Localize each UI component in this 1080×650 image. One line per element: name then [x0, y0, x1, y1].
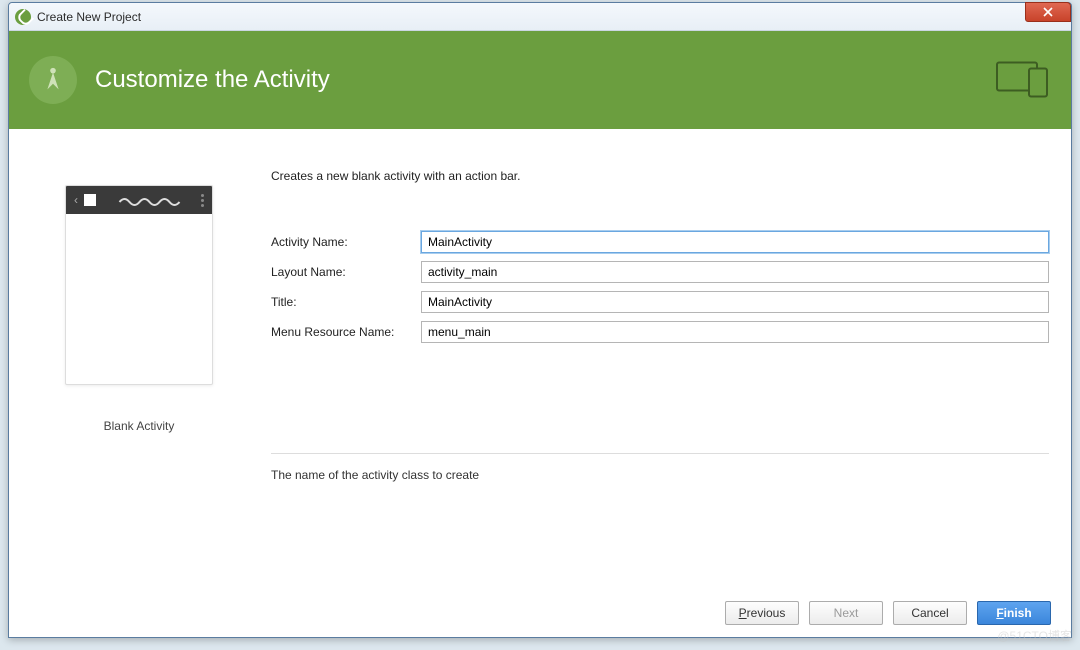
device-icon [995, 59, 1051, 102]
hint-separator [271, 453, 1049, 454]
form-column: Creates a new blank activity with an act… [271, 157, 1049, 587]
preview-actionbar: ‹ [66, 186, 212, 214]
row-title: Title: [271, 291, 1049, 313]
preview-column: ‹ Blank Activity [31, 157, 247, 587]
label-title: Title: [271, 295, 421, 309]
hint-text: The name of the activity class to create [271, 468, 1049, 482]
titlebar[interactable]: Create New Project [9, 3, 1071, 31]
wizard-header: Customize the Activity [9, 31, 1071, 129]
input-menu-name[interactable] [421, 321, 1049, 343]
label-activity-name: Activity Name: [271, 235, 421, 249]
previous-button[interactable]: Previous [725, 601, 799, 625]
input-title[interactable] [421, 291, 1049, 313]
row-activity-name: Activity Name: [271, 231, 1049, 253]
next-button[interactable]: Next [809, 601, 883, 625]
wizard-title: Customize the Activity [95, 66, 330, 94]
compass-icon [29, 56, 77, 104]
window-title: Create New Project [37, 10, 141, 24]
wizard-content: ‹ Blank Activity Creates a new blank act… [9, 129, 1071, 587]
app-logo-icon [84, 194, 96, 206]
row-layout-name: Layout Name: [271, 261, 1049, 283]
label-layout-name: Layout Name: [271, 265, 421, 279]
finish-button[interactable]: Finish [977, 601, 1051, 625]
wizard-footer: Previous Next Cancel Finish [9, 587, 1071, 637]
preview-label: Blank Activity [104, 419, 175, 433]
dialog-window: Create New Project Customize the Activit… [8, 2, 1072, 638]
android-studio-icon [15, 9, 31, 25]
row-menu-name: Menu Resource Name: [271, 321, 1049, 343]
title-placeholder-icon [104, 194, 195, 206]
close-button[interactable] [1025, 2, 1071, 22]
input-layout-name[interactable] [421, 261, 1049, 283]
activity-preview: ‹ [65, 185, 213, 385]
close-icon [1043, 7, 1053, 17]
overflow-menu-icon [201, 194, 204, 207]
back-chevron-icon: ‹ [74, 193, 78, 207]
form-description: Creates a new blank activity with an act… [271, 169, 1049, 183]
cancel-button[interactable]: Cancel [893, 601, 967, 625]
input-activity-name[interactable] [421, 231, 1049, 253]
label-menu-name: Menu Resource Name: [271, 325, 421, 339]
